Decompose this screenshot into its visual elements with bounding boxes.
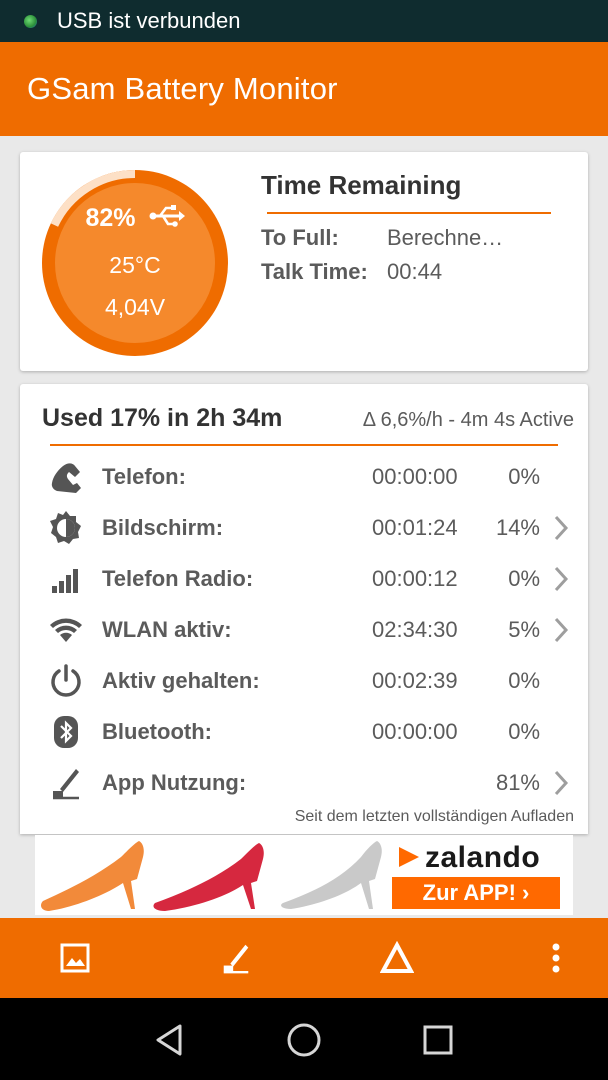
row-time: 00:01:24 — [372, 515, 458, 540]
usage-rate: Δ 6,6%/h - 4m 4s Active — [362, 409, 574, 431]
row-percent: 5% — [508, 617, 540, 642]
talk-time-label: Talk Time: — [261, 259, 368, 284]
row-time: 02:34:30 — [372, 617, 458, 642]
battery-voltage: 4,04V — [104, 294, 166, 320]
usage-row-phone[interactable]: Telefon: 00:00:00 0% — [20, 455, 588, 499]
to-full-label: To Full: — [261, 225, 339, 250]
row-time: 00:00:00 — [372, 464, 458, 489]
shoes-ad-image — [41, 841, 382, 911]
app-usage-icon — [53, 769, 79, 800]
usage-row-wifi[interactable]: WLAN aktiv: 02:34:30 5% — [20, 608, 588, 652]
chevron-right-icon[interactable] — [553, 769, 569, 797]
row-label: Aktiv gehalten: — [102, 668, 260, 693]
usage-row-bluetooth[interactable]: Bluetooth: 00:00:00 0% — [20, 710, 588, 754]
recents-icon[interactable] — [416, 1018, 460, 1062]
more-vert-icon — [552, 943, 560, 973]
row-percent: 81% — [495, 770, 540, 795]
ad-brand: zalando — [425, 841, 541, 874]
talk-time-value: 00:44 — [387, 259, 443, 284]
app-title: GSam Battery Monitor — [27, 71, 338, 106]
row-label: Bluetooth: — [102, 719, 212, 744]
row-percent: 0% — [508, 566, 540, 591]
ad-banner[interactable]: zalando Zur APP! › — [35, 835, 573, 915]
app-bar: GSam Battery Monitor — [0, 42, 608, 136]
delta-button[interactable] — [377, 938, 417, 978]
bottom-action-bar — [0, 918, 608, 998]
signal-icon — [52, 569, 78, 593]
battery-summary-card[interactable]: 82% 25°C 4,04V Time Remaining To Full: B… — [20, 152, 588, 371]
back-icon[interactable] — [148, 1018, 192, 1062]
chevron-right-icon[interactable] — [553, 514, 569, 542]
image-icon — [60, 943, 90, 973]
wifi-icon — [50, 618, 82, 642]
row-label: Bildschirm: — [102, 515, 224, 540]
status-indicator-icon — [24, 14, 37, 28]
app-usage-button[interactable] — [216, 938, 256, 978]
row-time: 00:00:00 — [372, 719, 458, 744]
usb-icon — [149, 205, 185, 227]
power-icon — [51, 664, 81, 697]
row-percent: 0% — [508, 668, 540, 693]
usage-row-awake[interactable]: Aktiv gehalten: 00:02:39 0% — [20, 659, 588, 703]
chevron-right-icon[interactable] — [553, 616, 569, 644]
row-percent: 14% — [495, 515, 540, 540]
home-icon[interactable] — [282, 1018, 326, 1062]
battery-percent-row: 82% — [42, 204, 228, 233]
row-percent: 0% — [508, 464, 540, 489]
bluetooth-icon — [54, 716, 78, 748]
row-time: 00:02:39 — [372, 668, 458, 693]
zalando-logo-icon — [399, 847, 419, 867]
system-nav-bar — [0, 998, 608, 1080]
app-usage-icon — [223, 944, 249, 974]
row-label: Telefon Radio: — [102, 566, 254, 591]
overflow-menu-button[interactable] — [536, 938, 576, 978]
usage-divider — [50, 444, 558, 446]
row-label: App Nutzung: — [102, 770, 247, 795]
chevron-right-icon[interactable] — [553, 565, 569, 593]
usage-footnote: Seit dem letzten vollständigen Aufladen — [294, 808, 574, 825]
row-percent: 0% — [508, 719, 540, 744]
battery-percent: 82% — [85, 204, 136, 232]
usage-row-screen[interactable]: Bildschirm: 00:01:24 14% — [20, 506, 588, 550]
time-remaining-divider — [267, 212, 551, 214]
battery-temperature: 25°C — [109, 252, 161, 278]
to-full-value: Berechne… — [387, 225, 504, 250]
image-button[interactable] — [55, 938, 95, 978]
delta-icon — [380, 941, 414, 973]
battery-gauge[interactable]: 82% 25°C 4,04V — [42, 170, 228, 356]
row-time: 00:00:12 — [372, 566, 458, 591]
usage-row-apps[interactable]: App Nutzung: 81% — [20, 761, 588, 805]
usage-card: Used 17% in 2h 34m Δ 6,6%/h - 4m 4s Acti… — [20, 384, 588, 834]
phone-icon — [51, 463, 81, 493]
time-remaining-title: Time Remaining — [261, 170, 462, 200]
status-text: USB ist verbunden — [57, 8, 241, 33]
usage-title: Used 17% in 2h 34m — [42, 404, 283, 432]
status-bar: USB ist verbunden — [0, 0, 608, 42]
usage-row-radio[interactable]: Telefon Radio: 00:00:12 0% — [20, 557, 588, 601]
row-label: WLAN aktiv: — [102, 617, 232, 642]
row-label: Telefon: — [102, 464, 186, 489]
ad-cta-button[interactable]: Zur APP! › — [392, 877, 560, 909]
brightness-icon — [50, 511, 81, 544]
